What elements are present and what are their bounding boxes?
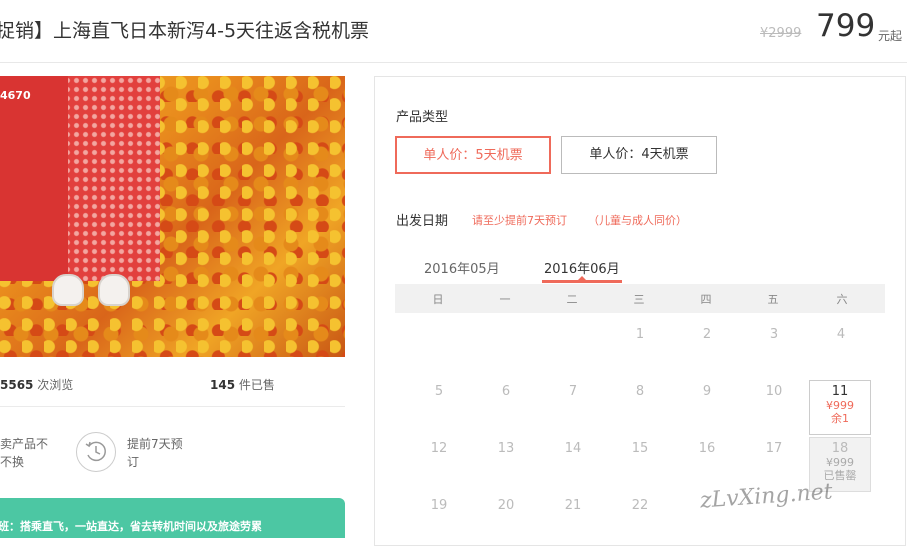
calendar-day: 6 [501,384,511,399]
guarantee-line: 卖产品不 [0,437,49,451]
option-4-day-ticket[interactable]: 单人价：4天机票 [561,136,717,174]
views-label: 次浏览 [37,378,74,392]
guarantee-advance-booking: 提前7天预 订 [127,435,183,471]
views-stat: 5565 次浏览 [0,376,73,393]
calendar-day: 17 [765,441,783,456]
price-suffix: 元起 [878,29,903,43]
calendar-day: 21 [564,498,582,513]
departure-date-label: 出发日期 [396,214,449,229]
product-photo[interactable] [0,76,345,357]
calendar-day: 1 [635,327,645,342]
weekday-mon: 一 [499,293,511,306]
photo-id: 4670 [0,89,31,102]
kimono-panel [0,76,68,281]
weekday-sun: 日 [432,293,444,306]
advance-booking-note: 请至少提前7天预订 [472,214,567,227]
weekday-tue: 二 [566,293,578,306]
product-type-label: 产品类型 [396,110,449,125]
clock-icon [76,432,116,472]
calendar-day: 19 [430,498,448,513]
calendar-day-available[interactable]: 11 ¥999 余1 [809,380,871,435]
day-number: 18 [831,441,849,456]
calendar-day: 12 [430,441,448,456]
tab-month-may[interactable]: 2016年05月 [424,258,500,277]
calendar-day: 3 [769,327,779,342]
day-price: ¥999 [826,399,854,412]
option-5-day-ticket[interactable]: 单人价：5天机票 [395,136,551,174]
guarantee-no-return: 卖产品不 不换 [0,435,48,471]
calendar-day: 8 [635,384,645,399]
guarantee-line: 不换 [0,455,25,469]
calendar-day: 14 [564,441,582,456]
calendar-day: 4 [836,327,846,342]
day-price: ¥999 [826,456,854,469]
weekday-wed: 三 [633,293,645,306]
calendar-day: 10 [765,384,783,399]
tab-month-june[interactable]: 2016年06月 [544,258,620,277]
weekday-sat: 六 [836,293,848,306]
calendar-day: 15 [631,441,649,456]
sold-label: 件已售 [238,378,275,392]
calendar-day: 9 [702,384,712,399]
calendar-day: 5 [434,384,444,399]
guarantee-line: 提前7天预 [127,437,183,451]
day-number: 11 [831,384,849,399]
calendar-day: 20 [497,498,515,513]
calendar-day: 7 [568,384,578,399]
sandal-left [52,274,84,306]
current-price: 799 [816,8,876,44]
views-count: 5565 [0,378,34,392]
sold-stat: 145 件已售 [210,376,275,393]
divider [0,406,345,407]
product-title: 捉销】上海直飞日本新泻4-5天往返含税机票 [0,20,370,42]
guarantee-line: 订 [127,455,140,469]
feature-banner-text: 班：搭乘直飞，一站直达，省去转机时间以及旅途劳累 [0,520,262,533]
weekday-thu: 四 [700,293,712,306]
page-header: 捉销】上海直飞日本新泻4-5天往返含税机票 ¥2999 799 元起 [0,0,907,63]
calendar-day: 2 [702,327,712,342]
caret-up-icon [577,276,587,281]
calendar-day: 16 [698,441,716,456]
sold-count: 145 [210,378,236,392]
original-price: ¥2999 [760,26,802,41]
day-remaining: 余1 [831,412,849,425]
child-price-note: （儿童与成人同价） [588,214,687,227]
calendar-day: 13 [497,441,515,456]
weekday-fri: 五 [767,293,779,306]
calendar-day: 22 [631,498,649,513]
sandal-right [98,274,130,306]
